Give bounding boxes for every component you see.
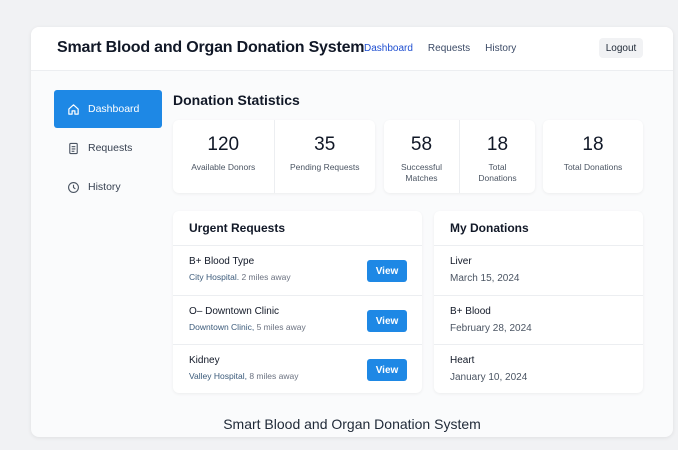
donation-name: Heart <box>450 355 475 366</box>
clock-icon <box>67 181 80 194</box>
stat-label: Successful Matches <box>400 162 443 183</box>
panel-title: My Donations <box>434 211 643 246</box>
list-item: Heart January 10, 2024 <box>434 344 643 393</box>
stat-pending-requests: 35 Pending Requests <box>273 120 376 193</box>
stat-label: Total Donations <box>478 162 517 183</box>
donation-date: March 15, 2024 <box>450 273 520 284</box>
sidebar-item-label: History <box>88 181 121 193</box>
sidebar-item-requests[interactable]: Requests <box>54 129 162 167</box>
stat-card: 58 Successful Matches 18 Total Donations <box>384 120 535 193</box>
stat-available-donors: 120 Available Donors <box>173 120 274 193</box>
nav-history[interactable]: History <box>485 43 516 54</box>
list-item: Liver March 15, 2024 <box>434 246 643 295</box>
stat-label: Total Donations <box>563 162 623 172</box>
view-button[interactable]: View <box>367 260 407 282</box>
stat-value: 35 <box>314 134 336 155</box>
urgent-requests-panel: Urgent Requests B+ Blood Type City Hospi… <box>173 211 422 393</box>
stat-value: 120 <box>207 134 240 155</box>
top-nav: Dashboard Requests History <box>364 43 531 54</box>
stat-total-donations: 18 Total Donations <box>459 120 535 193</box>
nav-requests[interactable]: Requests <box>428 43 470 54</box>
document-icon <box>67 142 80 155</box>
top-bar: Smart Blood and Organ Donation System Da… <box>31 27 673 71</box>
view-button[interactable]: View <box>367 310 407 332</box>
list-item: Kidney Valley Hospital, 8 miles away Vie… <box>173 344 422 393</box>
footer-caption: Smart Blood and Organ Donation System <box>223 416 481 432</box>
sidebar-item-dashboard[interactable]: Dashboard <box>54 90 162 128</box>
stat-successful-matches: 58 Successful Matches <box>384 120 459 193</box>
view-button[interactable]: View <box>367 359 407 381</box>
app-window: Smart Blood and Organ Donation System Da… <box>31 27 673 437</box>
donation-date: February 28, 2024 <box>450 323 532 334</box>
list-item: B+ Blood February 28, 2024 <box>434 295 643 344</box>
panel-title: Urgent Requests <box>173 211 422 246</box>
sidebar-item-label: Dashboard <box>88 103 140 115</box>
stat-total-donations-alt: 18 Total Donations <box>543 120 643 193</box>
list-item: O– Downtown Clinic Downtown Clinic, 5 mi… <box>173 295 422 344</box>
list-item: B+ Blood Type City Hospital. 2 miles awa… <box>173 246 422 295</box>
donation-date: January 10, 2024 <box>450 372 528 383</box>
donation-name: B+ Blood <box>450 306 491 317</box>
sidebar-item-label: Requests <box>88 142 133 154</box>
logout-button[interactable]: Logout <box>599 38 643 58</box>
section-title: Donation Statistics <box>173 92 300 108</box>
stat-value: 18 <box>486 134 509 155</box>
my-donations-panel: My Donations Liver March 15, 2024 B+ Blo… <box>434 211 643 393</box>
donation-name: Liver <box>450 256 472 267</box>
nav-dashboard[interactable]: Dashboard <box>364 43 413 54</box>
sidebar: Dashboard Requests History <box>54 90 162 207</box>
stat-card: 120 Available Donors 35 Pending Requests <box>173 120 375 193</box>
stat-card: 18 Total Donations <box>543 120 643 193</box>
home-icon <box>67 103 80 116</box>
stat-value: 18 <box>582 134 604 155</box>
stat-label: Available Donors <box>191 162 256 172</box>
app-title: Smart Blood and Organ Donation System <box>57 39 365 56</box>
sidebar-item-history[interactable]: History <box>54 168 162 206</box>
stat-label: Pending Requests <box>290 162 360 172</box>
stat-value: 58 <box>410 134 433 155</box>
